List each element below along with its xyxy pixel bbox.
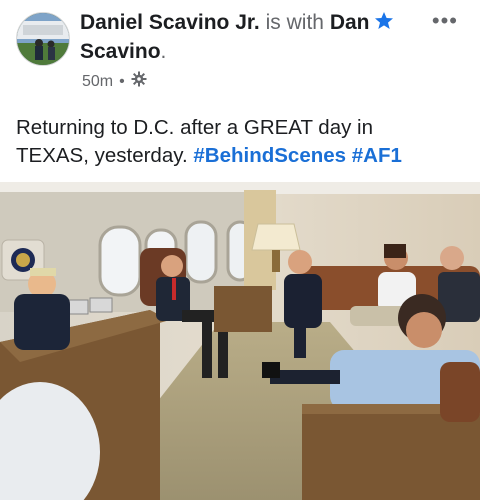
- post-text-line1: Returning to D.C. after a GREAT day in: [16, 116, 374, 139]
- facebook-post: Daniel Scavino Jr. is with Dan Scavino. …: [0, 0, 480, 500]
- tagged-name-last[interactable]: Scavino: [80, 40, 161, 63]
- verified-badge-icon: [374, 11, 394, 38]
- post-timestamp[interactable]: 50m: [82, 73, 113, 91]
- name-period: .: [160, 40, 167, 63]
- hashtag-af1[interactable]: #AF1: [352, 144, 402, 167]
- hashtag-behindscenes[interactable]: #BehindScenes: [193, 144, 346, 167]
- post-text: Returning to D.C. after a GREAT day in T…: [16, 114, 466, 170]
- post-photo[interactable]: [0, 182, 480, 500]
- author-name[interactable]: Daniel Scavino Jr.: [80, 11, 260, 34]
- meta-separator: •: [119, 72, 125, 90]
- post-text-line2: TEXAS, yesterday.: [16, 144, 188, 167]
- more-options-button[interactable]: •••: [432, 8, 458, 34]
- with-word: is with: [265, 11, 324, 34]
- avatar-image: [17, 13, 69, 65]
- air-force-one-photo: [0, 182, 480, 500]
- post-meta: 50m •: [82, 71, 147, 92]
- tagged-name-first[interactable]: Dan: [330, 11, 370, 34]
- author-avatar[interactable]: [16, 12, 70, 66]
- post-header: Daniel Scavino Jr. is with Dan Scavino.: [80, 9, 420, 65]
- gear-icon: [131, 71, 147, 92]
